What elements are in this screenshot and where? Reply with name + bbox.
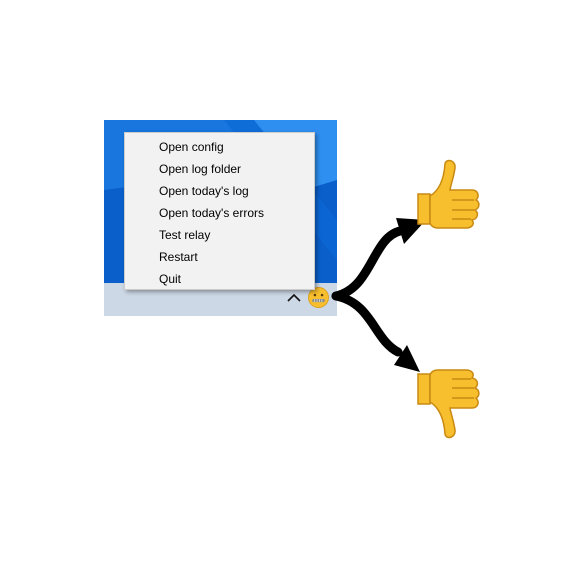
menu-item-open-log-folder[interactable]: Open log folder (125, 158, 314, 180)
thumbs-down-icon (417, 369, 480, 439)
tray-context-menu: Open config Open log folder Open today's… (124, 132, 315, 290)
menu-item-restart[interactable]: Restart (125, 246, 314, 268)
menu-item-open-todays-log[interactable]: Open today's log (125, 180, 314, 202)
menu-item-open-todays-errors[interactable]: Open today's errors (125, 202, 314, 224)
menu-item-test-relay[interactable]: Test relay (125, 224, 314, 246)
arrow-down-branch (331, 291, 403, 357)
chevron-up-icon[interactable] (287, 293, 301, 303)
arrow-up-branch (331, 226, 405, 301)
menu-item-open-config[interactable]: Open config (125, 136, 314, 158)
desktop-screenshot: Open config Open log folder Open today's… (104, 120, 337, 316)
menu-item-quit[interactable]: Quit (125, 268, 314, 290)
thumbs-up-icon (417, 159, 480, 229)
